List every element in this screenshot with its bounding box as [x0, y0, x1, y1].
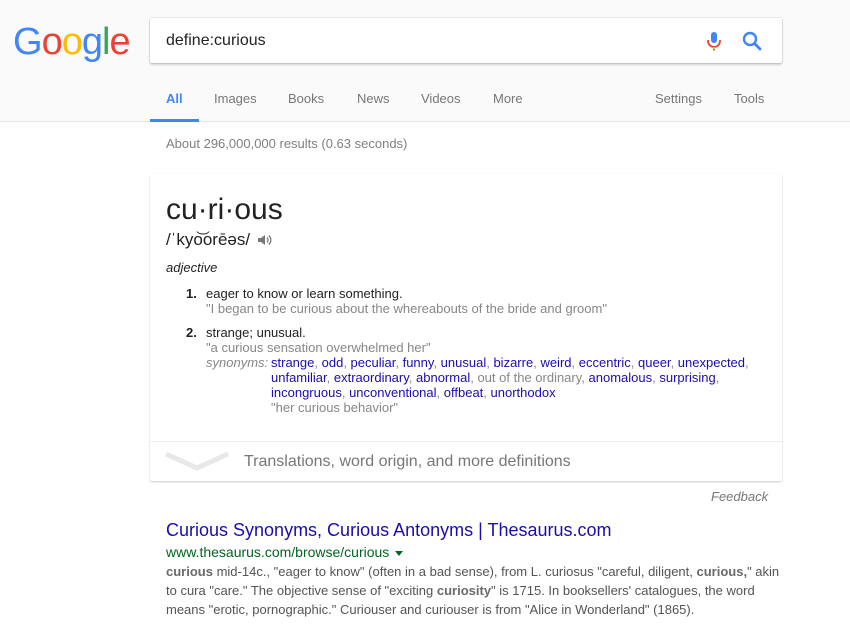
snippet-bold: curious — [166, 564, 213, 579]
microphone-icon[interactable] — [702, 29, 726, 53]
sense-definition: strange; unusual. — [206, 325, 306, 340]
synonym-link[interactable]: strange — [271, 355, 314, 370]
result-snippet: curious mid-14c., "eager to know" (often… — [166, 562, 786, 619]
synonym-link[interactable]: odd — [322, 355, 344, 370]
synonym-link[interactable]: abnormal — [416, 370, 470, 385]
synonym-link[interactable]: offbeat — [444, 385, 484, 400]
synonym-link[interactable]: weird — [540, 355, 571, 370]
synonym-plain: out of the ordinary — [477, 370, 582, 385]
sense-example: "a curious sensation overwhelmed her" — [206, 340, 431, 355]
result-title-link[interactable]: Curious Synonyms, Curious Antonyms | The… — [166, 519, 786, 541]
tab-images[interactable]: Images — [214, 80, 257, 122]
synonym-link[interactable]: incongruous — [271, 385, 342, 400]
synonym-link[interactable]: queer — [638, 355, 671, 370]
synonym-link[interactable]: unconventional — [349, 385, 436, 400]
dictionary-card: cu·ri·ous /ˈkyo͝orēəs/ adjective 1. eage… — [150, 174, 782, 481]
sense-definition: eager to know or learn something. — [206, 286, 403, 301]
tab-videos[interactable]: Videos — [421, 80, 461, 122]
sense-number: 2. — [186, 325, 197, 340]
result-url: www.thesaurus.com/browse/curious — [166, 543, 786, 561]
tab-tools[interactable]: Tools — [734, 80, 764, 122]
feedback-link[interactable]: Feedback — [711, 489, 768, 504]
logo-letter: l — [101, 21, 111, 63]
synonym-example: "her curious behavior" — [271, 400, 399, 415]
search-result: Curious Synonyms, Curious Antonyms | The… — [166, 519, 786, 619]
synonym-link[interactable]: peculiar — [351, 355, 396, 370]
synonym-list: strange, odd, peculiar, funny, unusual, … — [271, 355, 766, 415]
synonym-link[interactable]: surprising — [659, 370, 715, 385]
caret-down-icon[interactable] — [395, 550, 404, 556]
synonym-link[interactable]: unexpected — [678, 355, 745, 370]
search-input[interactable] — [166, 18, 686, 63]
header-bar: Google All Images Books News Videos More… — [0, 0, 850, 122]
synonym-link[interactable]: eccentric — [579, 355, 631, 370]
synonym-link[interactable]: unfamiliar — [271, 370, 327, 385]
logo-letter: G — [13, 21, 43, 63]
synonym-link[interactable]: unusual — [441, 355, 487, 370]
tab-all[interactable]: All — [150, 80, 199, 122]
tab-more[interactable]: More — [493, 80, 523, 122]
tab-settings[interactable]: Settings — [655, 80, 702, 122]
phonetic-text: /ˈkyo͝orēəs/ — [166, 230, 251, 249]
synonym-link[interactable]: anomalous — [589, 370, 653, 385]
result-url-text: www.thesaurus.com/browse/curious — [166, 544, 390, 560]
search-box — [150, 18, 782, 63]
sense-number: 1. — [186, 286, 197, 301]
google-logo[interactable]: Google — [13, 21, 131, 63]
logo-letter: o — [41, 21, 63, 63]
logo-letter: e — [109, 21, 130, 63]
sense-example: "I began to be curious about the whereab… — [206, 301, 607, 316]
snippet-text: mid-14c., "eager to know" (often in a ba… — [212, 564, 697, 579]
headword: cu·ri·ous — [166, 193, 283, 226]
synonym-link[interactable]: unorthodox — [491, 385, 556, 400]
tab-books[interactable]: Books — [288, 80, 324, 122]
result-stats: About 296,000,000 results (0.63 seconds) — [166, 136, 408, 151]
synonym-link[interactable]: extraordinary — [334, 370, 409, 385]
magnifier-icon[interactable] — [740, 29, 764, 53]
speaker-icon[interactable] — [256, 232, 272, 248]
logo-letter: g — [81, 21, 103, 63]
synonym-link[interactable]: funny — [403, 355, 434, 370]
more-definitions-row[interactable]: Translations, word origin, and more defi… — [150, 442, 782, 481]
logo-letter: o — [61, 21, 83, 63]
pronunciation: /ˈkyo͝orēəs/ — [166, 229, 272, 251]
more-definitions-label: Translations, word origin, and more defi… — [244, 453, 571, 470]
chevron-down-icon — [164, 451, 230, 471]
tab-news[interactable]: News — [357, 80, 390, 122]
snippet-bold: curiosity — [436, 583, 492, 598]
synonyms-row: synonyms: strange, odd, peculiar, funny,… — [206, 355, 766, 415]
synonyms-label: synonyms: — [206, 355, 269, 370]
synonym-link[interactable]: bizarre — [493, 355, 533, 370]
part-of-speech: adjective — [166, 260, 218, 275]
snippet-bold: curious, — [696, 564, 748, 579]
search-tabs: All Images Books News Videos More Settin… — [0, 80, 850, 122]
